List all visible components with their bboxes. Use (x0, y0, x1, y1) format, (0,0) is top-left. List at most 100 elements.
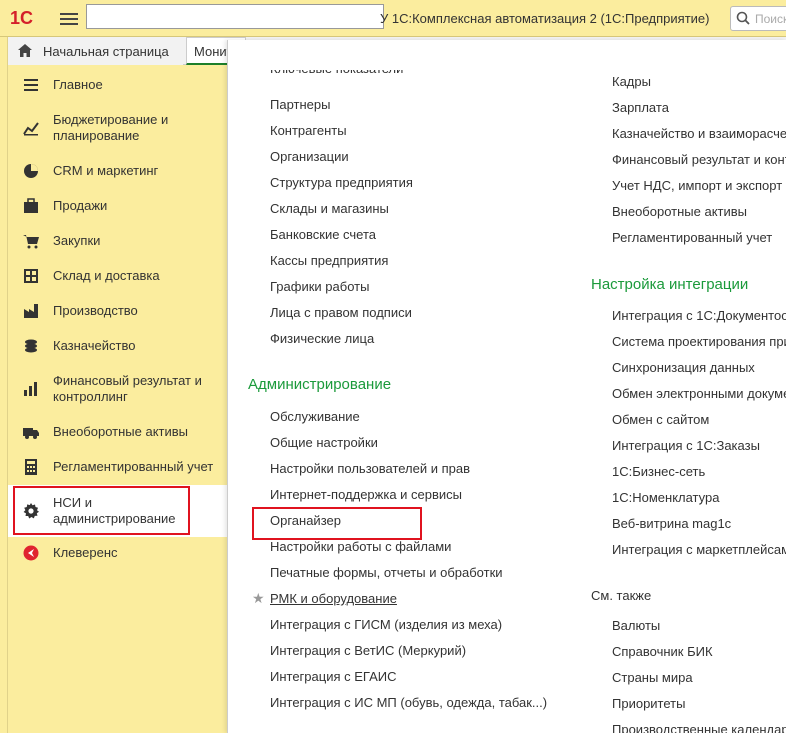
left-strip: гловмеиодеилаеавю (0, 37, 8, 733)
bar-chart-icon (24, 382, 37, 396)
list-icon (24, 79, 38, 91)
nav-link[interactable]: Валюты (612, 618, 660, 633)
nav-link[interactable]: Синхронизация данных (612, 360, 755, 375)
sidebar-item-crm[interactable]: CRM и маркетинг (8, 161, 227, 181)
nav-link[interactable]: Казначейство и взаиморасче (612, 126, 786, 141)
pie-chart-icon (24, 164, 38, 178)
nav-link[interactable]: Обмен электронными докуме (612, 386, 786, 401)
nav-link[interactable]: Общие настройки (270, 435, 378, 450)
nav-link[interactable]: Финансовый результат и конт (612, 152, 786, 167)
tab-home-label: Начальная страница (43, 44, 169, 59)
sidebar-item-label: Регламентированный учет (53, 459, 214, 474)
truck-icon (23, 428, 39, 439)
sidebar-item-cleverence[interactable]: Клеверенс (8, 543, 227, 563)
highlight-frame-sidebar (13, 486, 190, 535)
sidebar: Главное Бюджетирование и планирование CR… (8, 65, 227, 733)
sidebar-item-label: CRM и маркетинг (53, 163, 159, 178)
nav-link[interactable]: Печатные формы, отчеты и обработки (270, 565, 503, 580)
sidebar-item-assets[interactable]: Внеоборотные активы (8, 422, 227, 442)
warehouse-icon (24, 269, 38, 283)
nav-link[interactable]: Банковские счета (270, 227, 376, 242)
calculator-icon (25, 459, 37, 475)
highlight-frame-organizer (252, 507, 422, 540)
nav-link[interactable]: Интеграция с маркетплейсам (612, 542, 786, 557)
menu-icon[interactable] (60, 10, 78, 28)
nav-link[interactable]: Интеграция с ИС МП (обувь, одежда, табак… (270, 695, 547, 710)
sidebar-item-budget[interactable]: Бюджетирование и планирование (8, 110, 227, 146)
home-icon (18, 44, 32, 57)
nav-link[interactable]: Интернет-поддержка и сервисы (270, 487, 462, 502)
nav-link[interactable]: Регламентированный учет (612, 230, 772, 245)
clipped-row: Ключевые показатели (270, 70, 430, 78)
sidebar-item-label: Казначейство (53, 338, 136, 353)
nav-link[interactable]: Контрагенты (270, 123, 347, 138)
nav-link[interactable]: Кадры (612, 74, 651, 89)
section-title-integration: Настройка интеграции (591, 276, 749, 293)
section-title-admin: Администрирование (248, 376, 392, 393)
factory-icon (24, 304, 38, 318)
star-icon[interactable]: ★ (252, 590, 265, 607)
nav-link[interactable]: Приоритеты (612, 696, 685, 711)
sidebar-item-label: Клеверенс (53, 545, 118, 560)
search-input[interactable]: Поиск (730, 6, 786, 31)
nav-link[interactable]: Обслуживание (270, 409, 360, 424)
sidebar-item-label: Закупки (53, 233, 101, 248)
nav-link[interactable]: Партнеры (270, 97, 330, 112)
nav-link[interactable]: Страны мира (612, 670, 693, 685)
nav-link[interactable]: Интеграция с 1С:Документоо (612, 308, 786, 323)
sidebar-item-production[interactable]: Производство (8, 301, 227, 321)
nav-link[interactable]: Графики работы (270, 279, 369, 294)
nav-link[interactable]: Физические лица (270, 331, 374, 346)
search-placeholder: Поиск (755, 12, 786, 26)
sidebar-item-finresult[interactable]: Финансовый результат и контроллинг (8, 371, 227, 407)
sidebar-item-warehouse[interactable]: Склад и доставка (8, 266, 227, 286)
nav-link[interactable]: 1С:Бизнес-сеть (612, 464, 705, 479)
sidebar-item-label: Продажи (53, 198, 108, 213)
nav-link[interactable]: 1С:Номенклатура (612, 490, 719, 505)
nav-link[interactable]: Веб-витрина mag1c (612, 516, 731, 531)
section-title-see-also: См. также (591, 588, 652, 603)
nav-link[interactable]: Справочник БИК (612, 644, 713, 659)
nav-link[interactable]: Организации (270, 149, 349, 164)
nav-link[interactable]: Производственные календар (612, 722, 786, 733)
sidebar-item-sales[interactable]: Продажи (8, 196, 227, 216)
sidebar-item-main[interactable]: Главное (8, 75, 227, 95)
search-icon (736, 11, 750, 25)
nav-link[interactable]: Настройки пользователей и прав (270, 461, 470, 476)
budget-icon (23, 122, 39, 136)
nav-link[interactable]: Склады и магазины (270, 201, 389, 216)
sidebar-item-regulated[interactable]: Регламентированный учет (8, 457, 227, 477)
briefcase-icon (24, 198, 38, 213)
sidebar-item-label: Производство (53, 303, 138, 318)
nav-link[interactable]: Настройки работы с файлами (270, 539, 451, 554)
sidebar-item-treasury[interactable]: Казначейство (8, 336, 227, 356)
sidebar-item-label: Главное (53, 77, 103, 92)
nav-link[interactable]: Обмен с сайтом (612, 412, 709, 427)
sidebar-item-purchases[interactable]: Закупки (8, 231, 227, 251)
nav-link[interactable]: Учет НДС, импорт и экспорт (612, 178, 782, 193)
sidebar-item-label: Внеоборотные активы (53, 424, 189, 439)
cart-icon (23, 235, 39, 249)
app-title: У 1С:Комплексная автоматизация 2 (1С:Пре… (380, 11, 710, 26)
tab-home[interactable]: Начальная страница (8, 37, 183, 65)
nav-link[interactable]: Структура предприятия (270, 175, 413, 190)
sidebar-item-label: Бюджетирование и планирование (53, 112, 169, 143)
nav-link[interactable]: Интеграция с ЕГАИС (270, 669, 396, 684)
title-input-mask (86, 4, 384, 29)
nav-link[interactable]: Интеграция с 1С:Заказы (612, 438, 760, 453)
sidebar-item-label: Финансовый результат и контроллинг (53, 373, 202, 404)
nav-link[interactable]: Интеграция с ГИСМ (изделия из меха) (270, 617, 502, 632)
link-rmk[interactable]: РМК и оборудование (270, 591, 397, 606)
cleverence-icon (23, 545, 39, 561)
nav-link[interactable]: Интеграция с ВетИС (Меркурий) (270, 643, 466, 658)
section-panel: Ключевые показатели Партнеры Контрагенты О… (227, 40, 786, 733)
coins-icon (25, 339, 37, 353)
nav-link[interactable]: Зарплата (612, 100, 669, 115)
nav-link[interactable]: Кассы предприятия (270, 253, 388, 268)
1c-logo: 1С (10, 8, 34, 28)
nav-link[interactable]: Внеоборотные активы (612, 204, 747, 219)
nav-link[interactable]: Лица с правом подписи (270, 305, 412, 320)
nav-link[interactable]: Система проектирования при (612, 334, 786, 349)
sidebar-item-label: Склад и доставка (53, 268, 160, 283)
title-bar: 1С У 1С:Комплексная автоматизация 2 (1С:… (0, 0, 786, 37)
